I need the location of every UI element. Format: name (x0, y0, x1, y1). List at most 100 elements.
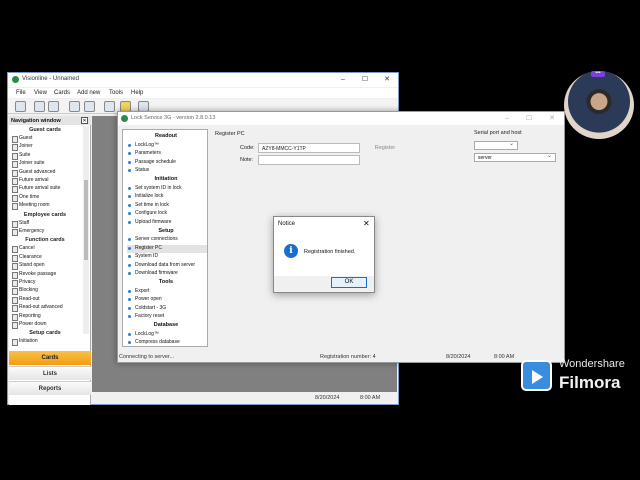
menu-view[interactable]: View (34, 90, 47, 96)
ls-menu-item[interactable]: System ID (127, 253, 207, 261)
nav-section-header: Employee cards (23, 211, 67, 218)
ls-menu-item[interactable]: Set system ID in lock (127, 185, 207, 193)
ls-menu-item[interactable]: Register PC (127, 244, 207, 253)
nav-item[interactable]: Blocking (11, 287, 81, 296)
navigation-scrollbar-thumb[interactable] (84, 180, 88, 260)
nav-item[interactable]: Guest advanced (11, 169, 81, 177)
nav-item[interactable]: Future arrival (11, 177, 81, 185)
ls-menu-item[interactable]: LockLog™ (127, 142, 207, 150)
door-toolbar-icon[interactable] (69, 101, 80, 112)
ls-menu-item[interactable]: Parameters (127, 150, 207, 158)
nav-item[interactable]: Clearance (11, 254, 81, 262)
ls-section-header: Initiation (154, 176, 178, 182)
ls-menu-item[interactable]: Status (127, 167, 207, 175)
user-toolbar-icon[interactable] (15, 101, 26, 112)
notice-dialog: Notice ✕ i Registration finished. OK (273, 216, 375, 293)
ls-section-header: Setup (158, 227, 174, 234)
ls-menu-item[interactable]: Factory reset (127, 313, 207, 321)
nav-item[interactable]: Stand open (11, 262, 81, 271)
ls-menu-item[interactable]: Set time in lock (127, 202, 207, 210)
menu-cards[interactable]: Cards (54, 90, 70, 96)
lists-button[interactable]: Lists (9, 366, 91, 380)
nav-item[interactable]: Guest (11, 135, 81, 143)
notice-title: Notice (278, 221, 296, 227)
search-toolbar-icon[interactable] (84, 101, 95, 112)
host-select[interactable]: server (474, 152, 556, 162)
nav-section-header: Guest cards (29, 127, 61, 133)
notice-close-icon[interactable]: ✕ (363, 219, 370, 228)
ls-section-header: Readout (155, 133, 177, 139)
lockservice-maximize-icon[interactable]: ☐ (522, 114, 536, 124)
edit-toolbar-icon[interactable] (104, 101, 115, 112)
nav-item[interactable]: One time (11, 194, 81, 202)
nav-item[interactable]: Joiner (11, 143, 81, 152)
serial-port-select[interactable] (474, 140, 518, 150)
nav-item[interactable]: Privacy (11, 279, 81, 287)
ls-menu-item[interactable]: Initialize lock (127, 193, 207, 201)
info-icon: i (284, 244, 298, 258)
visionline-menubar: File View Cards Add new Tools Help (8, 88, 398, 98)
nav-item[interactable]: Emergency (11, 228, 81, 236)
nav-item[interactable]: Cancel (11, 245, 81, 254)
nav-item[interactable]: Read-out (11, 296, 81, 304)
lockservice-statusbar: Connecting to server... Registration num… (118, 352, 564, 362)
ls-menu-item[interactable]: Passage schedule (127, 159, 207, 167)
lockservice-titlebar: Lock Service 3G - version 2.8.0.13 – ☐ ✕ (118, 112, 564, 125)
lockservice-menu: Readout LockLog™ Parameters Passage schedul… (122, 129, 208, 347)
visionline-status-date: 8/20/2024 (315, 395, 340, 401)
nav-item[interactable]: Staff (11, 220, 81, 228)
nav-item[interactable]: Revoke passage (11, 271, 81, 279)
webcam-overlay (564, 71, 634, 139)
ls-menu-item[interactable]: Configure lock (127, 210, 207, 218)
notice-titlebar: Notice ✕ (274, 217, 374, 231)
grid-toolbar-icon[interactable] (48, 101, 59, 112)
menu-tools[interactable]: Tools (109, 90, 123, 96)
minimize-icon[interactable]: – (336, 75, 350, 85)
navigation-title: Navigation window (9, 116, 91, 125)
maximize-icon[interactable]: ☐ (358, 75, 372, 85)
menu-help[interactable]: Help (131, 90, 143, 96)
filmora-logo-icon (521, 360, 552, 391)
ls-menu-item[interactable]: Power open (127, 296, 207, 304)
visionline-app-icon (12, 76, 19, 83)
ok-button[interactable]: OK (331, 277, 367, 288)
nav-item[interactable]: Suite (11, 152, 81, 160)
nav-item[interactable]: Future arrival suite (11, 185, 81, 194)
menu-file[interactable]: File (16, 90, 26, 96)
ls-menu-item[interactable]: Download data from server (127, 262, 207, 270)
navigation-window: Navigation window ✕ Guest cards Guest Join… (9, 116, 91, 405)
code-field[interactable]: AZY8-MMCC-Y1TP (258, 143, 360, 153)
building-toolbar-icon[interactable] (34, 101, 45, 112)
navigation-close-icon[interactable]: ✕ (81, 117, 88, 124)
lockservice-title: Lock Service 3G - version 2.8.0.13 (131, 115, 216, 121)
ls-menu-item[interactable]: Download firmware (127, 270, 207, 278)
lockservice-status-date: 8/20/2024 (446, 354, 471, 360)
ls-menu-item[interactable]: Export (127, 288, 207, 296)
close-icon[interactable]: ✕ (380, 75, 394, 85)
notice-message: Registration finished. (304, 249, 356, 255)
nav-item[interactable]: Meeting room (11, 202, 81, 211)
ls-menu-item[interactable]: LockLog™ (127, 331, 207, 339)
ls-menu-item[interactable]: Compress database (127, 339, 207, 347)
ls-menu-item[interactable]: Server connections (127, 236, 207, 244)
lockservice-close-icon[interactable]: ✕ (545, 114, 559, 124)
nav-item[interactable]: Joiner suite (11, 160, 81, 169)
webcam-badge: ••• (591, 71, 605, 77)
nav-item[interactable]: Power down (11, 321, 81, 329)
ls-menu-item[interactable]: Upload firmware (127, 219, 207, 227)
code-label: Code: (240, 145, 255, 151)
register-button[interactable]: Register (366, 143, 404, 153)
visionline-statusbar: 8/20/2024 8:00 AM (92, 393, 397, 404)
connection-status: Connecting to server... (119, 354, 175, 360)
nav-item[interactable]: Initiation (11, 338, 81, 347)
ls-section-header: Tools (158, 279, 174, 285)
note-field[interactable] (258, 155, 360, 165)
lockservice-minimize-icon[interactable]: – (500, 114, 514, 124)
reports-button[interactable]: Reports (9, 381, 91, 395)
nav-item[interactable]: Read-out advanced (11, 304, 81, 313)
registration-number: Registration number: 4 (320, 354, 376, 360)
nav-item[interactable]: Reporting (11, 313, 81, 321)
menu-add-new[interactable]: Add new (77, 90, 100, 96)
ls-menu-item[interactable]: Coldstart - 3G (127, 305, 207, 313)
cards-button[interactable]: Cards (9, 351, 91, 365)
